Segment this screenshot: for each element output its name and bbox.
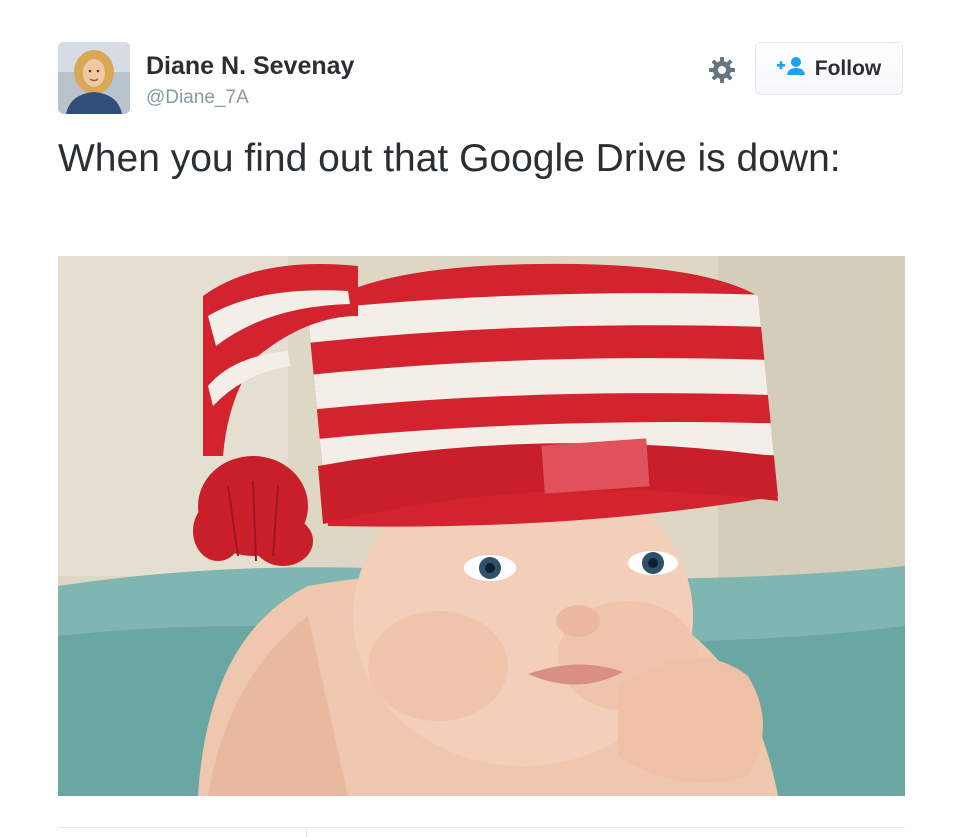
gear-icon[interactable] [707, 55, 737, 85]
action-bar-separator [306, 827, 307, 837]
user-handle[interactable]: @Diane_7A [146, 86, 249, 110]
follow-label: Follow [814, 56, 882, 80]
tweet-text: When you find out that Google Drive is d… [58, 137, 841, 180]
action-bar-divider [58, 827, 905, 828]
follow-button[interactable]: Follow [755, 42, 903, 95]
baby-photo [58, 256, 905, 796]
profile-photo [58, 42, 130, 114]
add-user-icon [776, 56, 807, 81]
display-name[interactable]: Diane N. Sevenay [146, 50, 354, 82]
tweet-photo[interactable] [58, 256, 905, 796]
avatar[interactable] [58, 42, 130, 114]
